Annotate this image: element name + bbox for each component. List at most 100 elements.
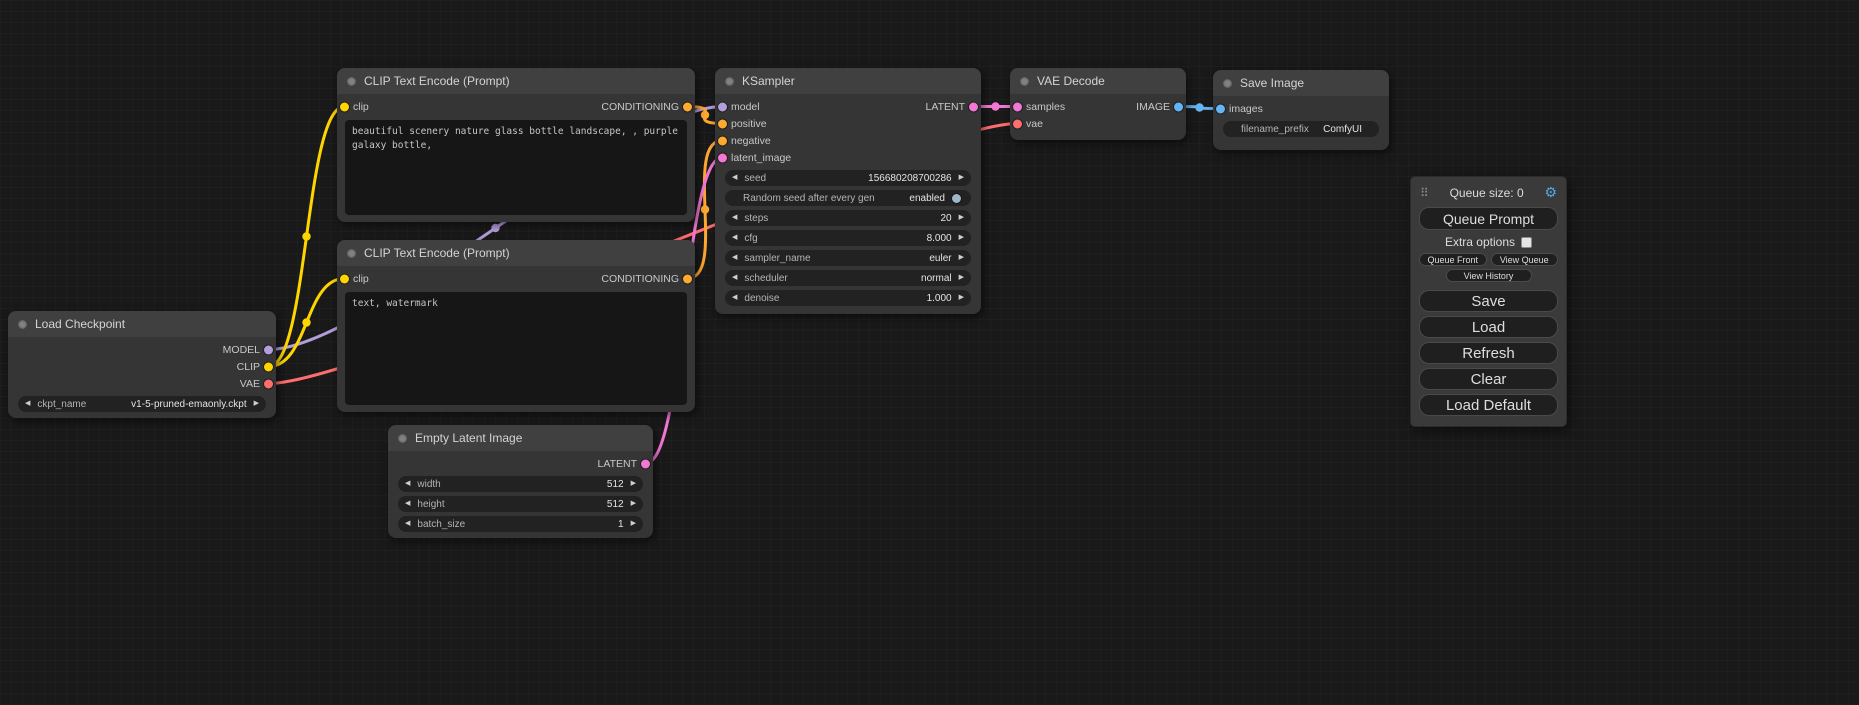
node-title-bar[interactable]: Empty Latent Image: [388, 425, 653, 451]
increment-arrow-icon[interactable]: ▶: [959, 270, 964, 286]
load-default-button[interactable]: Load Default: [1419, 394, 1558, 416]
node-canvas[interactable]: Load Checkpoint MODEL CLIP VAE ◀ ckpt_na…: [0, 0, 1859, 705]
link-midpoint-dot[interactable]: [302, 232, 310, 240]
increment-arrow-icon[interactable]: ▶: [959, 290, 964, 306]
model-output-port[interactable]: [264, 345, 273, 354]
collapse-dot[interactable]: [725, 77, 734, 86]
filename-prefix-widget[interactable]: filename_prefix ComfyUI: [1223, 121, 1379, 137]
positive-input-port[interactable]: [718, 119, 727, 128]
collapse-dot[interactable]: [347, 77, 356, 86]
link-midpoint-dot[interactable]: [701, 205, 709, 213]
extra-options-label: Extra options: [1445, 235, 1515, 249]
vae-input-port[interactable]: [1013, 119, 1022, 128]
images-input-port[interactable]: [1216, 104, 1225, 113]
link-midpoint-dot[interactable]: [302, 318, 310, 326]
clip-output-port[interactable]: [264, 362, 273, 371]
drag-handle-icon[interactable]: ⠿: [1420, 186, 1429, 200]
node-title-bar[interactable]: KSampler: [715, 68, 981, 94]
node-title-bar[interactable]: VAE Decode: [1010, 68, 1186, 94]
view-history-button[interactable]: View History: [1446, 269, 1532, 282]
node-save-image[interactable]: Save Image images filename_prefix ComfyU…: [1213, 70, 1389, 150]
widget-label: cfg: [744, 233, 757, 244]
refresh-button[interactable]: Refresh: [1419, 342, 1558, 364]
latent-image-input-port[interactable]: [718, 153, 727, 162]
view-queue-button[interactable]: View Queue: [1491, 253, 1559, 266]
link-midpoint-dot[interactable]: [1195, 103, 1203, 111]
decrement-arrow-icon[interactable]: ◀: [405, 516, 410, 532]
load-button[interactable]: Load: [1419, 316, 1558, 338]
widget-label: filename_prefix: [1241, 124, 1309, 135]
node-ksampler[interactable]: KSampler model LATENT positive negative …: [715, 68, 981, 314]
vae-output-port[interactable]: [264, 379, 273, 388]
link-midpoint-dot[interactable]: [701, 111, 709, 119]
model-input-port[interactable]: [718, 102, 727, 111]
clip-input-port[interactable]: [340, 274, 349, 283]
decrement-arrow-icon[interactable]: ◀: [405, 476, 410, 492]
node-vae-decode[interactable]: VAE Decode samples IMAGE vae: [1010, 68, 1186, 140]
collapse-dot[interactable]: [18, 320, 27, 329]
node-title-bar[interactable]: CLIP Text Encode (Prompt): [337, 68, 695, 94]
node-clip-text-encode-positive[interactable]: CLIP Text Encode (Prompt) clip CONDITION…: [337, 68, 695, 222]
node-load-checkpoint[interactable]: Load Checkpoint MODEL CLIP VAE ◀ ckpt_na…: [8, 311, 276, 418]
widget-value: 512: [607, 479, 624, 490]
node-title-bar[interactable]: Save Image: [1213, 70, 1389, 96]
increment-arrow-icon[interactable]: ▶: [959, 210, 964, 226]
increment-arrow-icon[interactable]: ▶: [959, 250, 964, 266]
increment-arrow-icon[interactable]: ▶: [631, 496, 636, 512]
steps-widget[interactable]: ◀ steps 20 ▶: [725, 210, 971, 226]
random-seed-toggle-widget[interactable]: Random seed after every gen enabled: [725, 190, 971, 206]
collapse-dot[interactable]: [1223, 79, 1232, 88]
cfg-widget[interactable]: ◀ cfg 8.000 ▶: [725, 230, 971, 246]
decrement-arrow-icon[interactable]: ◀: [732, 170, 737, 186]
node-empty-latent-image[interactable]: Empty Latent Image LATENT ◀ width 512 ▶ …: [388, 425, 653, 538]
decrement-arrow-icon[interactable]: ◀: [732, 290, 737, 306]
collapse-dot[interactable]: [1020, 77, 1029, 86]
increment-arrow-icon[interactable]: ▶: [631, 516, 636, 532]
collapse-dot[interactable]: [398, 434, 407, 443]
decrement-arrow-icon[interactable]: ◀: [732, 250, 737, 266]
node-title-bar[interactable]: Load Checkpoint: [8, 311, 276, 337]
clear-button[interactable]: Clear: [1419, 368, 1558, 390]
increment-arrow-icon[interactable]: ▶: [631, 476, 636, 492]
output-label-model: MODEL: [223, 344, 260, 356]
width-widget[interactable]: ◀ width 512 ▶: [398, 476, 643, 492]
batch-size-widget[interactable]: ◀ batch_size 1 ▶: [398, 516, 643, 532]
clip-input-port[interactable]: [340, 102, 349, 111]
extra-options-checkbox[interactable]: [1521, 237, 1532, 248]
latent-output-port[interactable]: [969, 102, 978, 111]
denoise-widget[interactable]: ◀ denoise 1.000 ▶: [725, 290, 971, 306]
negative-input-port[interactable]: [718, 136, 727, 145]
node-clip-text-encode-negative[interactable]: CLIP Text Encode (Prompt) clip CONDITION…: [337, 240, 695, 412]
queue-front-button[interactable]: Queue Front: [1419, 253, 1487, 266]
height-widget[interactable]: ◀ height 512 ▶: [398, 496, 643, 512]
save-button[interactable]: Save: [1419, 290, 1558, 312]
samples-input-port[interactable]: [1013, 102, 1022, 111]
image-output-port[interactable]: [1174, 102, 1183, 111]
decrement-arrow-icon[interactable]: ◀: [732, 270, 737, 286]
decrement-arrow-icon[interactable]: ◀: [732, 210, 737, 226]
queue-prompt-button[interactable]: Queue Prompt: [1419, 207, 1558, 230]
conditioning-output-port[interactable]: [683, 274, 692, 283]
decrement-arrow-icon[interactable]: ◀: [732, 230, 737, 246]
scheduler-widget[interactable]: ◀ scheduler normal ▶: [725, 270, 971, 286]
toggle-indicator-icon[interactable]: [952, 194, 961, 203]
prompt-textarea[interactable]: beautiful scenery nature glass bottle la…: [345, 120, 687, 215]
link-midpoint-dot[interactable]: [491, 224, 499, 232]
settings-gear-icon[interactable]: ⚙: [1544, 184, 1557, 201]
decrement-arrow-icon[interactable]: ◀: [25, 396, 30, 412]
increment-arrow-icon[interactable]: ▶: [959, 170, 964, 186]
decrement-arrow-icon[interactable]: ◀: [405, 496, 410, 512]
ckpt-name-widget[interactable]: ◀ ckpt_name v1-5-pruned-emaonly.ckpt ▶: [18, 396, 266, 412]
conditioning-output-port[interactable]: [683, 102, 692, 111]
increment-arrow-icon[interactable]: ▶: [959, 230, 964, 246]
sampler-name-widget[interactable]: ◀ sampler_name euler ▶: [725, 250, 971, 266]
prompt-textarea[interactable]: text, watermark: [345, 292, 687, 405]
link-midpoint-dot[interactable]: [991, 102, 999, 110]
collapse-dot[interactable]: [347, 249, 356, 258]
node-title-bar[interactable]: CLIP Text Encode (Prompt): [337, 240, 695, 266]
queue-size-label: Queue size: 0: [1450, 186, 1524, 200]
increment-arrow-icon[interactable]: ▶: [254, 396, 259, 412]
seed-widget[interactable]: ◀ seed 156680208700286 ▶: [725, 170, 971, 186]
widget-label: width: [417, 479, 440, 490]
latent-output-port[interactable]: [641, 459, 650, 468]
